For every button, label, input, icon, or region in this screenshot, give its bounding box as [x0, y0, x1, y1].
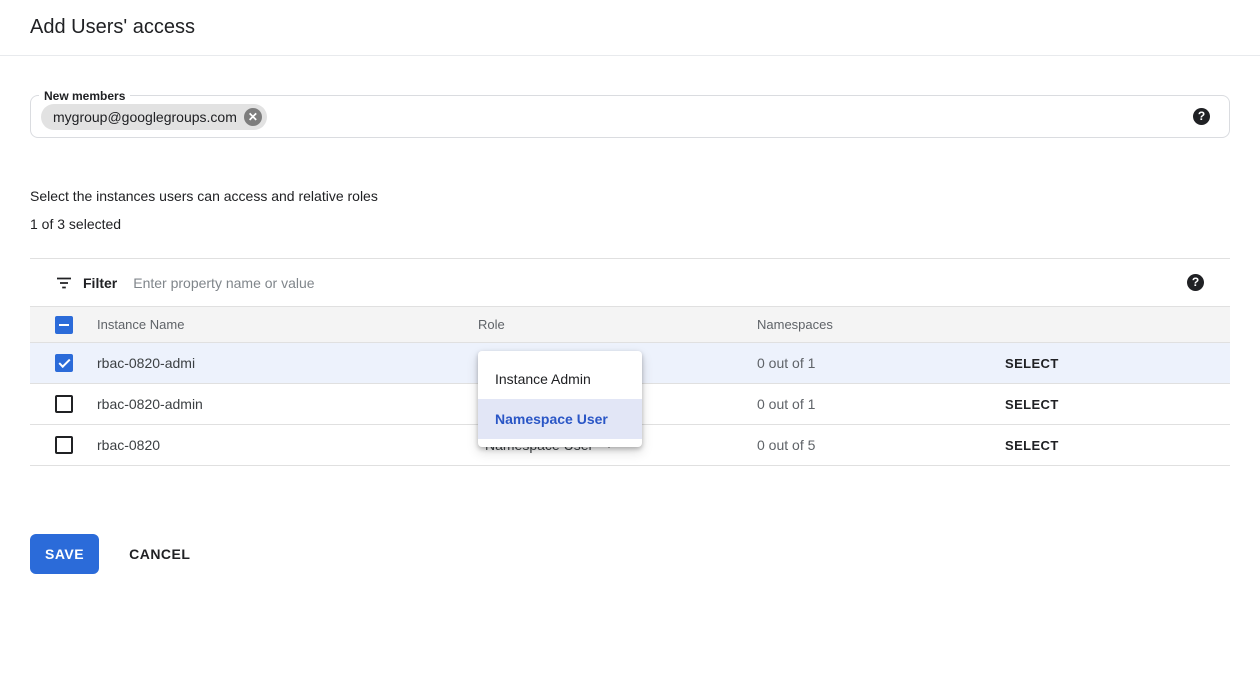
- role-dropdown-menu: Instance Admin Namespace User: [478, 351, 642, 447]
- selection-count: 1 of 3 selected: [30, 216, 1230, 232]
- column-header-instance-name: Instance Name: [97, 317, 478, 332]
- member-chip-text: mygroup@googlegroups.com: [53, 109, 237, 125]
- instance-name: rbac-0820-admi: [97, 355, 478, 371]
- add-users-access-page: { "colors": { "accent": "#2b6bd9", "row-…: [0, 0, 1260, 675]
- filter-input[interactable]: [133, 275, 1177, 291]
- save-button[interactable]: SAVE: [30, 534, 99, 574]
- row-checkbox[interactable]: [55, 395, 73, 413]
- instructions-text: Select the instances users can access an…: [30, 188, 1230, 204]
- instance-name: rbac-0820-admin: [97, 396, 478, 412]
- header-divider: [0, 55, 1260, 56]
- select-namespaces-button[interactable]: SELECT: [1005, 356, 1059, 371]
- new-members-field[interactable]: New members mygroup@googlegroups.com ✕ ?: [30, 95, 1230, 138]
- instance-name: rbac-0820: [97, 437, 478, 453]
- select-namespaces-button[interactable]: SELECT: [1005, 438, 1059, 453]
- members-help-icon[interactable]: ?: [1193, 108, 1210, 125]
- row-checkbox[interactable]: [55, 354, 73, 372]
- namespaces-count: 0 out of 1: [757, 355, 1005, 371]
- select-namespaces-button[interactable]: SELECT: [1005, 397, 1059, 412]
- role-option-namespace-user[interactable]: Namespace User: [478, 399, 642, 439]
- select-all-checkbox[interactable]: [55, 316, 73, 334]
- new-members-label: New members: [39, 89, 130, 103]
- namespaces-count: 0 out of 1: [757, 396, 1005, 412]
- filter-icon: [55, 274, 73, 292]
- chip-remove-icon[interactable]: ✕: [244, 108, 262, 126]
- column-header-role: Role: [478, 317, 757, 332]
- member-chip: mygroup@googlegroups.com ✕: [41, 104, 267, 130]
- instances-table: Filter ? Instance Name Role Namespaces r…: [30, 258, 1230, 466]
- role-option-instance-admin[interactable]: Instance Admin: [478, 359, 642, 399]
- filter-bar: Filter ?: [30, 259, 1230, 307]
- filter-help-icon[interactable]: ?: [1187, 274, 1204, 291]
- filter-label: Filter: [83, 275, 117, 291]
- cancel-button[interactable]: CANCEL: [129, 546, 190, 562]
- dialog-actions: SAVE CANCEL: [30, 534, 1230, 574]
- row-checkbox[interactable]: [55, 436, 73, 454]
- page-title: Add Users' access: [0, 0, 1260, 39]
- table-header-row: Instance Name Role Namespaces: [30, 307, 1230, 343]
- namespaces-count: 0 out of 5: [757, 437, 1005, 453]
- column-header-namespaces: Namespaces: [757, 317, 1005, 332]
